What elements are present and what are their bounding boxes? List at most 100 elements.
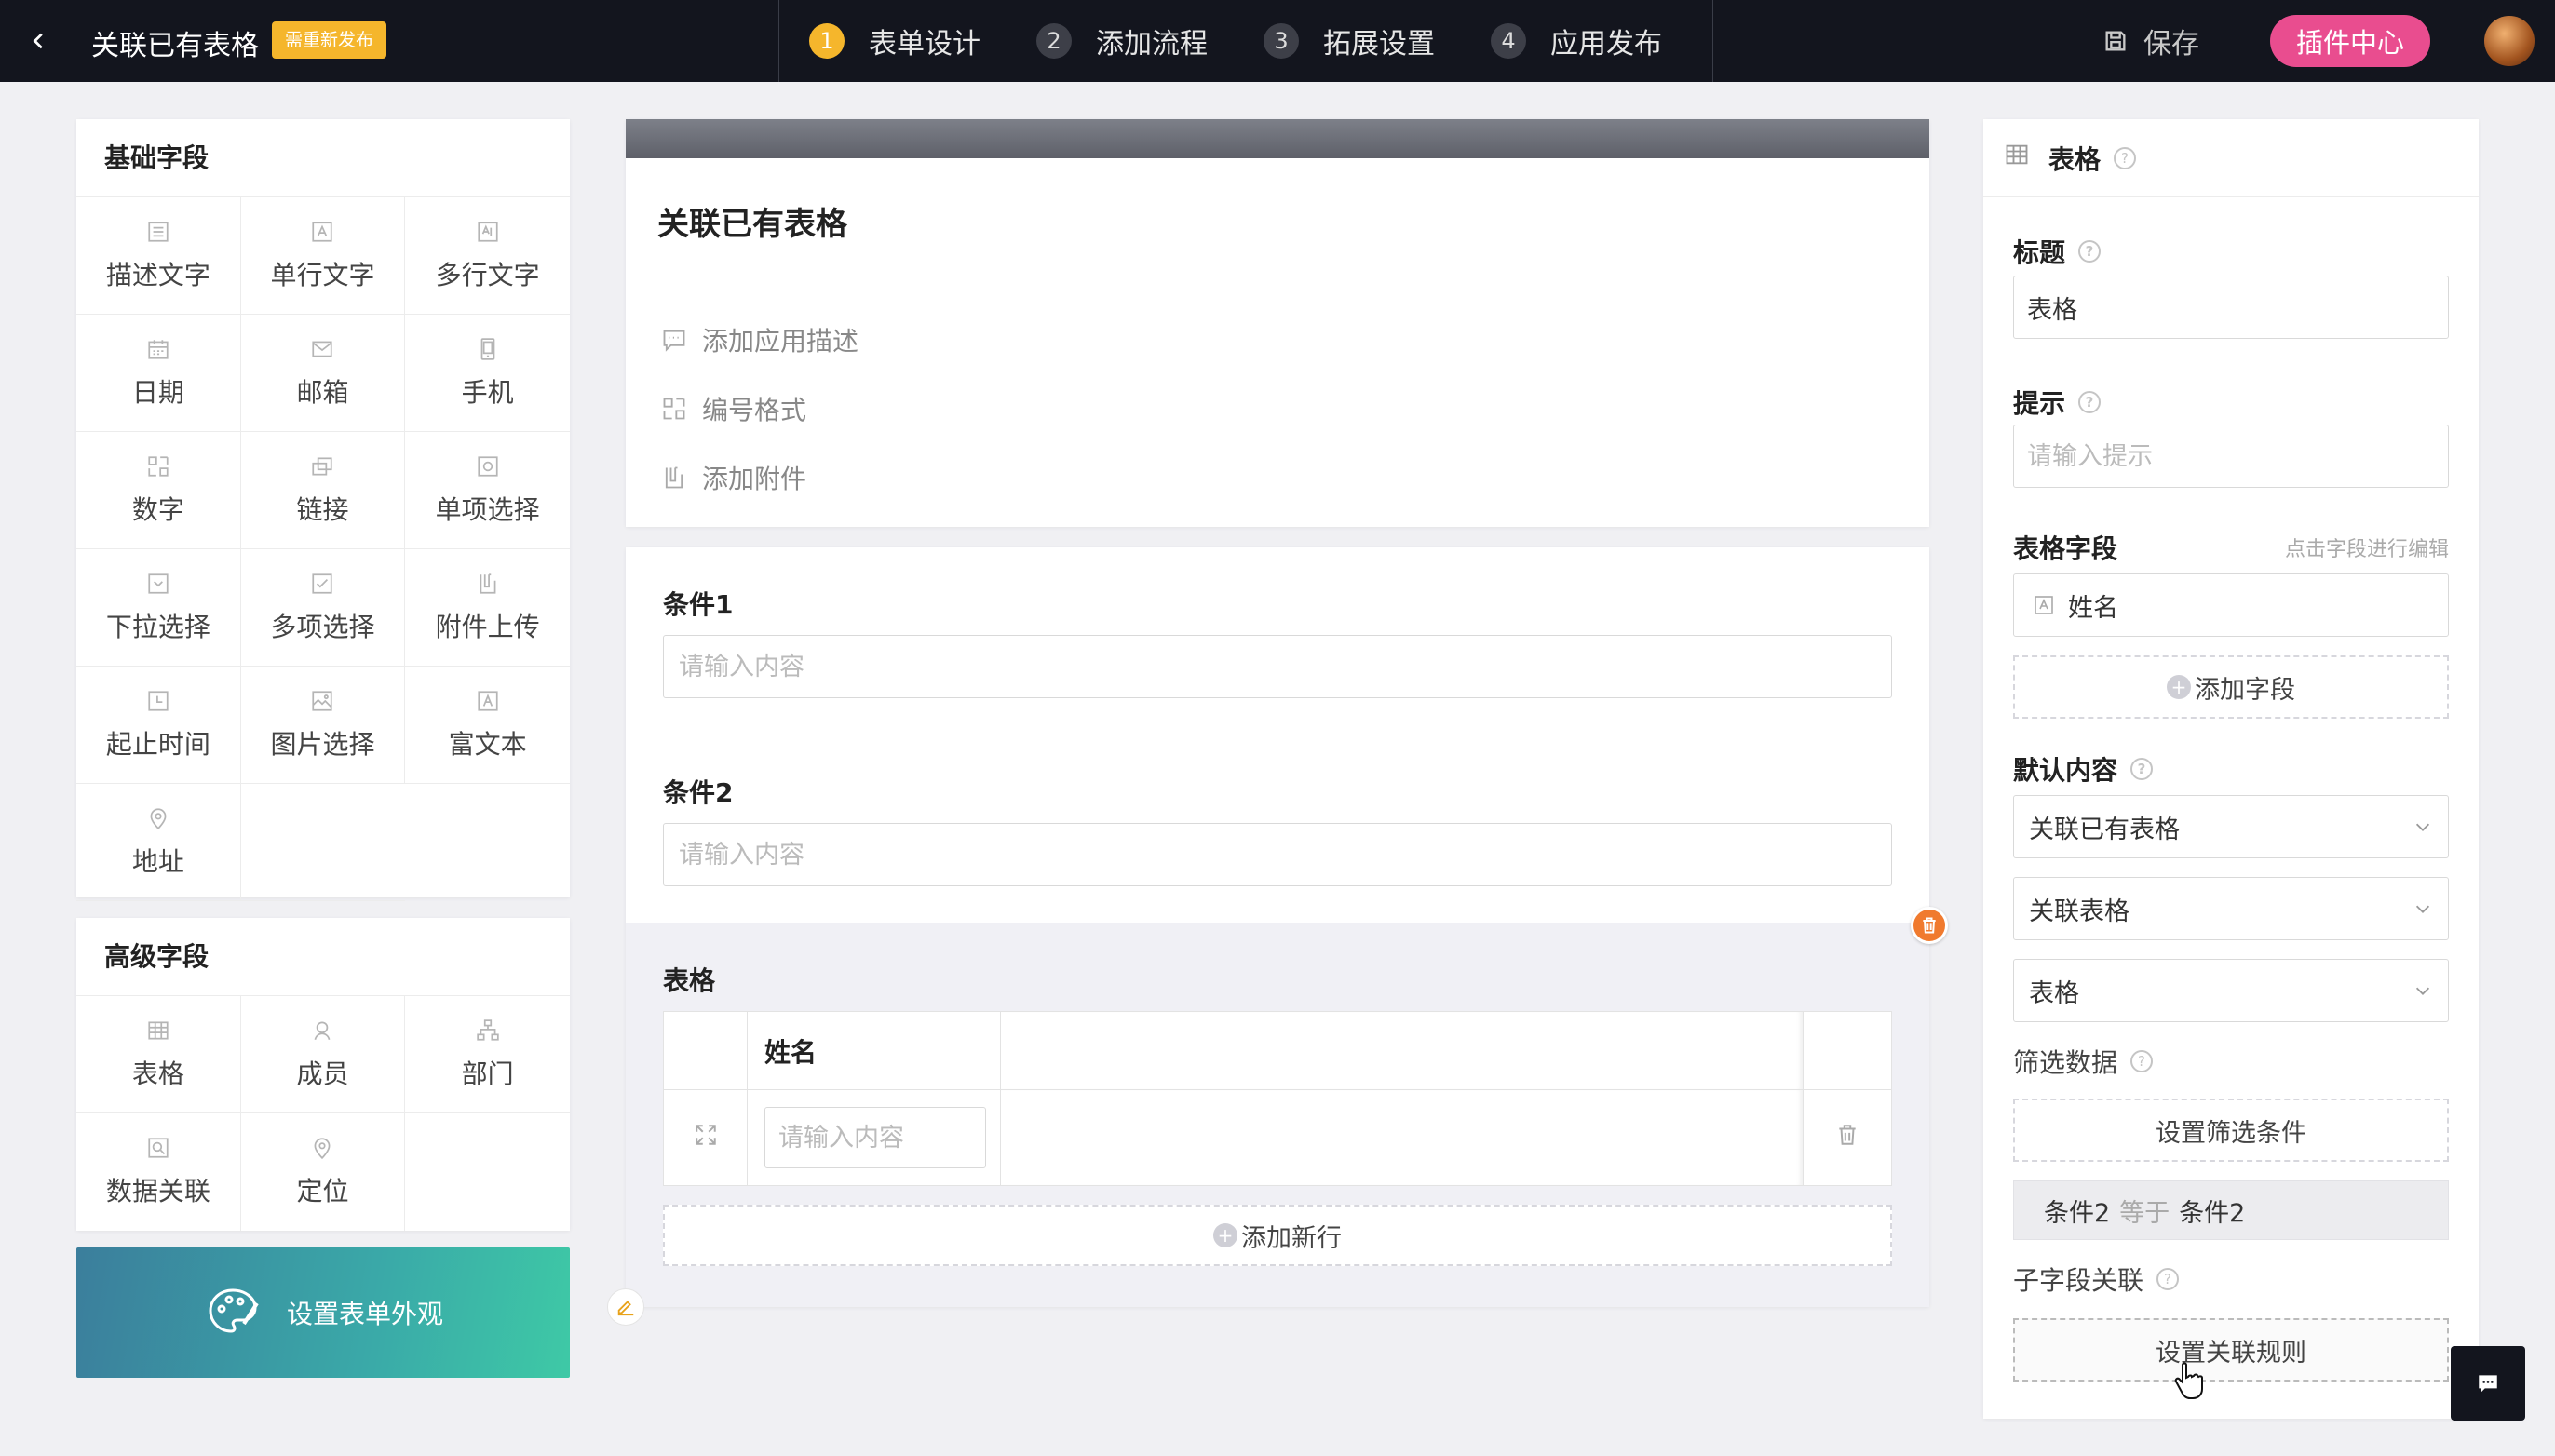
field-date[interactable]: 日期 [76,315,241,432]
field-single-line[interactable]: 单行文字 [240,197,406,315]
back-icon[interactable] [19,20,60,61]
field-location[interactable]: 定位 [241,1113,406,1231]
table-header-cell: 姓名 [748,1012,1001,1089]
field-department[interactable]: 部门 [405,996,570,1113]
sub-table: 姓名 [663,1011,1892,1186]
plugin-center-button[interactable]: 插件中心 [2270,15,2430,67]
set-filter-button[interactable]: 设置筛选条件 [2013,1099,2449,1162]
linked-table-select[interactable]: 表格 [2013,959,2449,1022]
default-source-select[interactable]: 关联已有表格 [2013,795,2449,858]
field-image-choice[interactable]: 图片选择 [240,667,406,784]
field-multi-line[interactable]: 多行文字 [405,197,570,315]
add-description-button[interactable]: 添加应用描述 [626,305,1929,374]
table-cell [664,1090,748,1185]
filter-data-label: 筛选数据 ? [2013,1043,2154,1080]
chat-icon [2479,1375,2497,1393]
filter-data-label-text: 筛选数据 [2013,1047,2118,1078]
field-multi-choice[interactable]: 多项选择 [240,549,406,667]
field-time-range[interactable]: 起止时间 [76,667,241,784]
trash-icon[interactable] [1835,1123,1859,1153]
help-icon[interactable]: ? [2156,1268,2180,1290]
add-row-button[interactable]: + 添加新行 [663,1205,1892,1266]
delete-field-button[interactable] [1911,907,1948,944]
basic-fields-title: 基础字段 [76,119,570,197]
top-bar: 关联已有表格 需重新发布 1 表单设计 2 添加流程 3 拓展设置 4 应用发布… [0,0,2555,82]
field-label: 数据关联 [105,1176,210,1207]
field-dropdown[interactable]: 下拉选择 [76,549,241,667]
field-label: 数字 [131,493,184,525]
field-address[interactable]: 地址 [76,784,241,901]
select-value: 关联表格 [2029,897,2129,926]
location-pin-icon [310,1136,334,1160]
field-phone[interactable]: 手机 [405,315,570,432]
field-single-choice[interactable]: 单项选择 [405,432,570,549]
step-label: 表单设计 [869,28,980,61]
field-attachment[interactable]: 附件上传 [405,549,570,667]
field-label: 部门 [461,1058,514,1089]
hint-input[interactable] [2013,425,2449,488]
field-label: 地址 [131,845,184,877]
filter-rule[interactable]: 条件2 等于 条件2 [2013,1180,2449,1240]
default-content-label: 默认内容 ? [2013,750,2154,788]
add-field-label: 添加字段 [2195,675,2295,705]
add-attachment-button[interactable]: 添加附件 [626,443,1929,512]
help-icon[interactable]: ? [2114,146,2137,169]
linked-app-select[interactable]: 关联表格 [2013,877,2449,940]
field-link[interactable]: 链接 [240,432,406,549]
org-chart-icon [476,1018,500,1043]
single-line-icon [2035,596,2053,614]
set-link-rule-button[interactable]: 设置关联规则 [2013,1318,2449,1382]
properties-panel: 表格 ? 标题 ? 提示 ? 表格字段 点击字段进行编辑 姓名 + 添加字段 默… [1983,119,2479,1419]
help-icon[interactable]: ? [2130,758,2154,780]
condition-1-field[interactable]: 条件1 [626,547,1929,735]
field-member[interactable]: 成员 [240,996,406,1113]
add-field-button[interactable]: + 添加字段 [2013,655,2449,719]
link-icon [310,454,334,479]
field-table[interactable]: 表格 [76,996,241,1113]
title-label: 标题 ? [2013,233,2102,270]
help-icon[interactable]: ? [2078,391,2102,413]
save-button[interactable]: 保存 [2102,20,2199,61]
table-cell [1804,1090,1891,1185]
help-icon[interactable]: ? [2130,1050,2154,1072]
table-field-item[interactable]: 姓名 [2013,573,2449,637]
field-email[interactable]: 邮箱 [240,315,406,432]
field-label: 单项选择 [435,493,540,525]
name-cell-input[interactable] [764,1107,986,1168]
form-cover-bar[interactable] [626,119,1929,158]
step-extend-settings[interactable]: 3 拓展设置 [1264,20,1435,61]
field-rich-text[interactable]: 富文本 [405,667,570,784]
field-number[interactable]: 数字 [76,432,241,549]
title-input[interactable] [2013,276,2449,339]
field-label: 表格 [131,1058,184,1089]
location-pin-icon [146,806,170,830]
field-data-link[interactable]: 数据关联 [76,1113,241,1231]
table-field-selected[interactable]: 表格 姓名 请输入内容 + 添加新行 [626,923,1929,1307]
basic-fields-grid: 描述文字 单行文字 多行文字 日期 邮箱 手机 数字 链接 单项选择 下拉选择 … [76,197,570,901]
edit-form-button[interactable] [607,1288,644,1326]
expand-icon[interactable] [694,1123,718,1153]
number-format-button[interactable]: 编号格式 [626,374,1929,443]
chat-support-button[interactable] [2451,1346,2525,1421]
single-line-icon [310,220,334,244]
step-publish[interactable]: 4 应用发布 [1491,20,1662,61]
form-title[interactable]: 关联已有表格 [626,158,1929,290]
radio-icon [476,454,500,479]
condition-2-field[interactable]: 条件2 [626,735,1929,923]
select-value: 表格 [2029,978,2079,1008]
help-icon[interactable]: ? [2078,240,2102,263]
condition-2-input[interactable] [663,823,1892,886]
step-add-flow[interactable]: 2 添加流程 [1036,20,1208,61]
column-name-label: 姓名 [764,1036,818,1068]
field-label: 多项选择 [270,611,375,642]
table-fields-hint: 点击字段进行编辑 [2284,538,2449,561]
step-form-design[interactable]: 1 表单设计 [809,20,980,61]
empty-cell [240,784,406,901]
user-icon [310,1018,334,1043]
field-description-text[interactable]: 描述文字 [76,197,241,315]
field-label: 手机 [461,376,514,408]
condition-1-input[interactable] [663,635,1892,698]
form-appearance-button[interactable]: 设置表单外观 [76,1247,570,1378]
avatar[interactable] [2484,16,2535,66]
comment-icon [663,330,685,352]
